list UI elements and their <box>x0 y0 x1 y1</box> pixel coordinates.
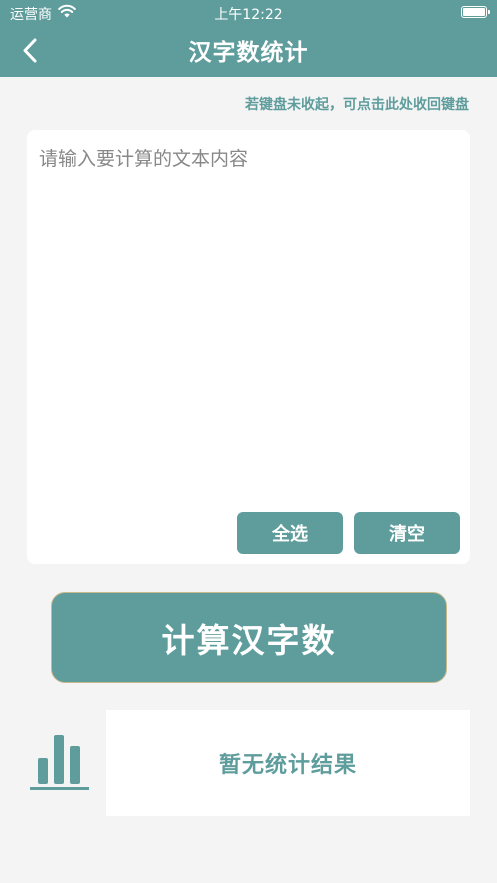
status-time: 上午12:22 <box>214 7 283 23</box>
calculate-button[interactable]: 计算汉字数 <box>51 592 447 683</box>
battery-icon <box>461 6 490 18</box>
status-bar: 运营商 上午12:22 <box>0 0 497 26</box>
dismiss-keyboard-link[interactable]: 若键盘未收起，可点击此处收回键盘 <box>245 94 469 114</box>
clear-button[interactable]: 清空 <box>354 512 460 554</box>
page-title: 汉字数统计 <box>188 40 309 66</box>
text-input-card: 全选 清空 <box>27 130 470 564</box>
result-panel: 暂无统计结果 <box>106 710 470 816</box>
text-input[interactable] <box>39 144 458 504</box>
nav-header: 运营商 上午12:22 汉字数统计 <box>0 0 497 77</box>
bar-chart-icon <box>30 735 89 790</box>
result-text: 暂无统计结果 <box>218 753 357 778</box>
select-all-button[interactable]: 全选 <box>237 512 343 554</box>
